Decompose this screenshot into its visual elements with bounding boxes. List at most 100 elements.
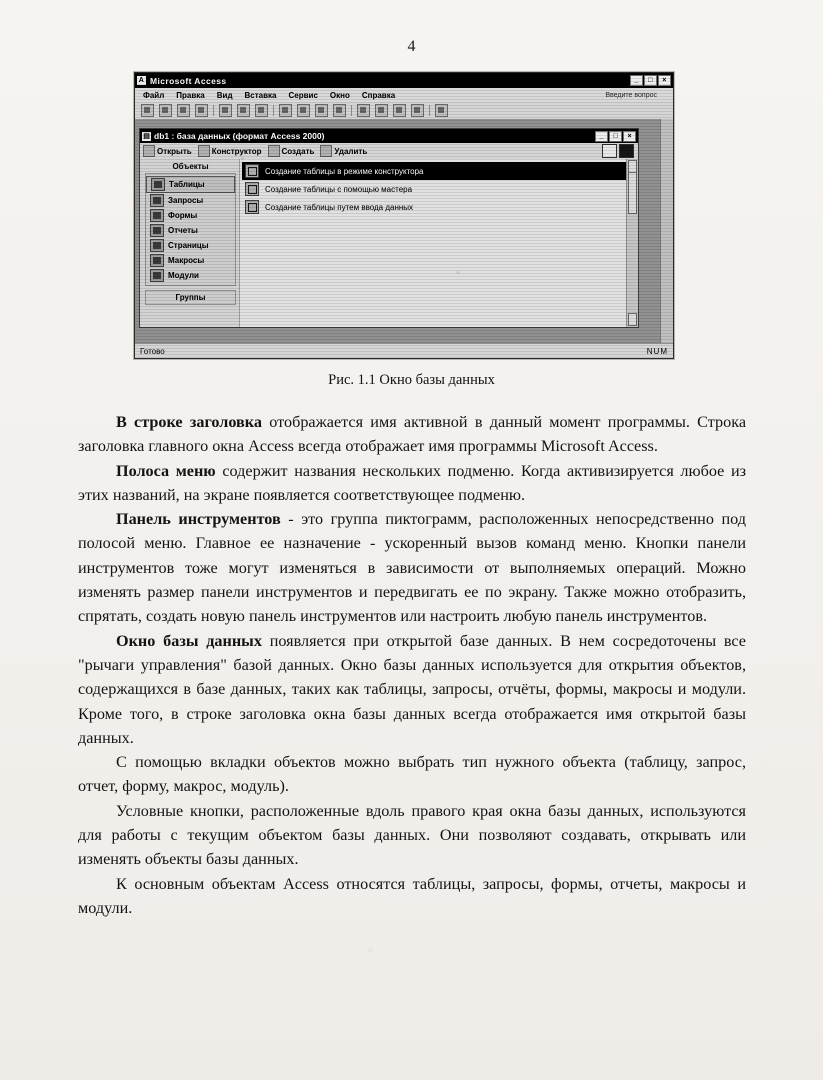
- print-preview-icon[interactable]: [237, 104, 250, 117]
- menu-item-edit[interactable]: Правка: [176, 91, 204, 100]
- list-item-label: Создание таблицы с помощью мастера: [265, 184, 413, 194]
- design-icon: [197, 145, 210, 157]
- close-icon[interactable]: ×: [658, 75, 671, 86]
- menu-item-help[interactable]: Справка: [362, 91, 395, 100]
- object-item-label: Таблицы: [169, 180, 205, 189]
- object-item-macros[interactable]: Макросы: [146, 253, 235, 268]
- minimize-icon[interactable]: _: [595, 130, 608, 142]
- list-item[interactable]: Создание таблицы с помощью мастера: [242, 180, 626, 198]
- object-item-label: Запросы: [168, 196, 204, 205]
- access-window-buttons: _ □ ×: [630, 75, 671, 86]
- groups-box[interactable]: Группы: [145, 290, 236, 305]
- object-item-reports[interactable]: Отчеты: [146, 223, 235, 238]
- details-view-icon[interactable]: [619, 144, 634, 158]
- menu-item-window[interactable]: Окно: [330, 91, 350, 100]
- object-item-label: Отчеты: [168, 226, 198, 235]
- save-icon[interactable]: [177, 104, 190, 117]
- delete-icon: [320, 145, 333, 157]
- cut-icon[interactable]: [279, 104, 292, 117]
- help-icon[interactable]: [435, 104, 448, 117]
- access-status-bar: Готово NUM: [135, 343, 673, 358]
- paragraph-title-bar: В строке заголовка отображается имя акти…: [78, 410, 746, 459]
- minimize-icon[interactable]: _: [630, 75, 643, 86]
- access-workspace: ▤ db1 : база данных (формат Access 2000)…: [135, 119, 673, 344]
- ask-a-question-box[interactable]: Введите вопрос: [605, 92, 657, 99]
- scanned-page: 4 A Microsoft Access _ □ × Файл Правка В…: [0, 0, 823, 1080]
- object-item-label: Макросы: [168, 256, 205, 265]
- paste-icon[interactable]: [315, 104, 328, 117]
- object-item-modules[interactable]: Модули: [146, 268, 235, 283]
- menu-item-view[interactable]: Вид: [217, 91, 233, 100]
- create-table-design-icon: [245, 164, 259, 178]
- new-object-icon[interactable]: [411, 104, 424, 117]
- form-icon: [150, 209, 164, 222]
- print-icon[interactable]: [219, 104, 232, 117]
- object-item-queries[interactable]: Запросы: [146, 193, 235, 208]
- open-button[interactable]: Открыть: [143, 145, 192, 157]
- paragraph-lead: Панель инструментов: [116, 510, 281, 529]
- toolbar-separator: [213, 105, 214, 116]
- page-number: 4: [407, 38, 416, 55]
- new-icon[interactable]: [141, 104, 154, 117]
- database-title-bar: ▤ db1 : база данных (формат Access 2000)…: [140, 129, 638, 143]
- maximize-icon[interactable]: □: [644, 75, 657, 86]
- paragraph-database-window: Окно базы данных появляется при открытой…: [78, 629, 746, 750]
- objects-pane: Объекты Таблицы Запросы Формы Отчеты Стр…: [140, 159, 240, 327]
- access-title-bar: A Microsoft Access _ □ ×: [135, 73, 673, 88]
- create-table-wizard-icon: [245, 182, 259, 196]
- open-icon[interactable]: [159, 104, 172, 117]
- toolbar-separator: [273, 105, 274, 116]
- paragraph-lead: В строке заголовка: [116, 413, 262, 431]
- delete-button-label: Удалить: [334, 146, 368, 156]
- status-text: Готово: [140, 346, 165, 356]
- menu-item-tools[interactable]: Сервис: [289, 91, 318, 100]
- object-item-label: Модули: [168, 271, 199, 280]
- access-toolbar: [135, 102, 673, 119]
- database-toolbar: Открыть Конструктор Создать Удалить: [140, 143, 638, 160]
- paragraph-toolbar: Панель инструментов - это группа пиктогр…: [78, 507, 746, 628]
- relationships-icon[interactable]: [393, 104, 406, 117]
- object-item-tables[interactable]: Таблицы: [146, 176, 235, 193]
- menu-item-insert[interactable]: Вставка: [245, 91, 277, 100]
- access-menu-bar: Файл Правка Вид Вставка Сервис Окно Спра…: [135, 88, 673, 102]
- menu-item-file[interactable]: Файл: [143, 91, 164, 100]
- scrollbar-thumb[interactable]: [628, 172, 637, 214]
- database-window: ▤ db1 : база данных (формат Access 2000)…: [139, 128, 639, 328]
- module-icon: [150, 269, 164, 282]
- list-item-label: Создание таблицы в режиме конструктора: [265, 166, 424, 176]
- list-item[interactable]: Создание таблицы в режиме конструктора: [242, 162, 626, 180]
- database-window-buttons: _ □ ×: [595, 130, 636, 142]
- list-vertical-scrollbar[interactable]: [626, 159, 638, 327]
- paragraph-object-tab: С помощью вкладки объектов можно выбрать…: [78, 753, 746, 796]
- paragraph-main-objects: К основным объектам Access относятся таб…: [78, 874, 746, 917]
- copy-icon[interactable]: [297, 104, 310, 117]
- design-button-label: Конструктор: [211, 146, 262, 156]
- spelling-icon[interactable]: [255, 104, 268, 117]
- create-table-datasheet-icon: [245, 200, 259, 214]
- undo-icon[interactable]: [357, 104, 370, 117]
- list-item[interactable]: Создание таблицы путем ввода данных: [242, 198, 626, 216]
- delete-button[interactable]: Удалить: [320, 145, 367, 157]
- workspace-vertical-scrollbar[interactable]: [660, 119, 673, 344]
- create-button-label: Создать: [281, 146, 315, 156]
- database-body: Объекты Таблицы Запросы Формы Отчеты Стр…: [140, 159, 638, 327]
- object-item-forms[interactable]: Формы: [146, 208, 235, 223]
- table-icon: [151, 178, 165, 191]
- paragraph-lead: Полоса меню: [116, 461, 216, 480]
- scroll-down-arrow-icon[interactable]: [628, 313, 637, 326]
- object-item-pages[interactable]: Страницы: [146, 238, 235, 253]
- maximize-icon[interactable]: □: [609, 130, 622, 142]
- macro-icon: [150, 254, 164, 267]
- open-button-label: Открыть: [157, 146, 192, 156]
- search-icon[interactable]: [195, 104, 208, 117]
- paragraph-lead: Окно базы данных: [116, 631, 262, 650]
- large-icons-view-icon[interactable]: [602, 144, 617, 158]
- redo-icon[interactable]: [375, 104, 388, 117]
- close-icon[interactable]: ×: [623, 130, 636, 142]
- create-button[interactable]: Создать: [267, 145, 315, 157]
- format-painter-icon[interactable]: [333, 104, 346, 117]
- report-icon: [150, 224, 164, 237]
- database-title-text: db1 : база данных (формат Access 2000): [154, 131, 325, 141]
- design-button[interactable]: Конструктор: [197, 145, 262, 157]
- paragraph-buttons: Условные кнопки, расположенные вдоль пра…: [78, 801, 746, 869]
